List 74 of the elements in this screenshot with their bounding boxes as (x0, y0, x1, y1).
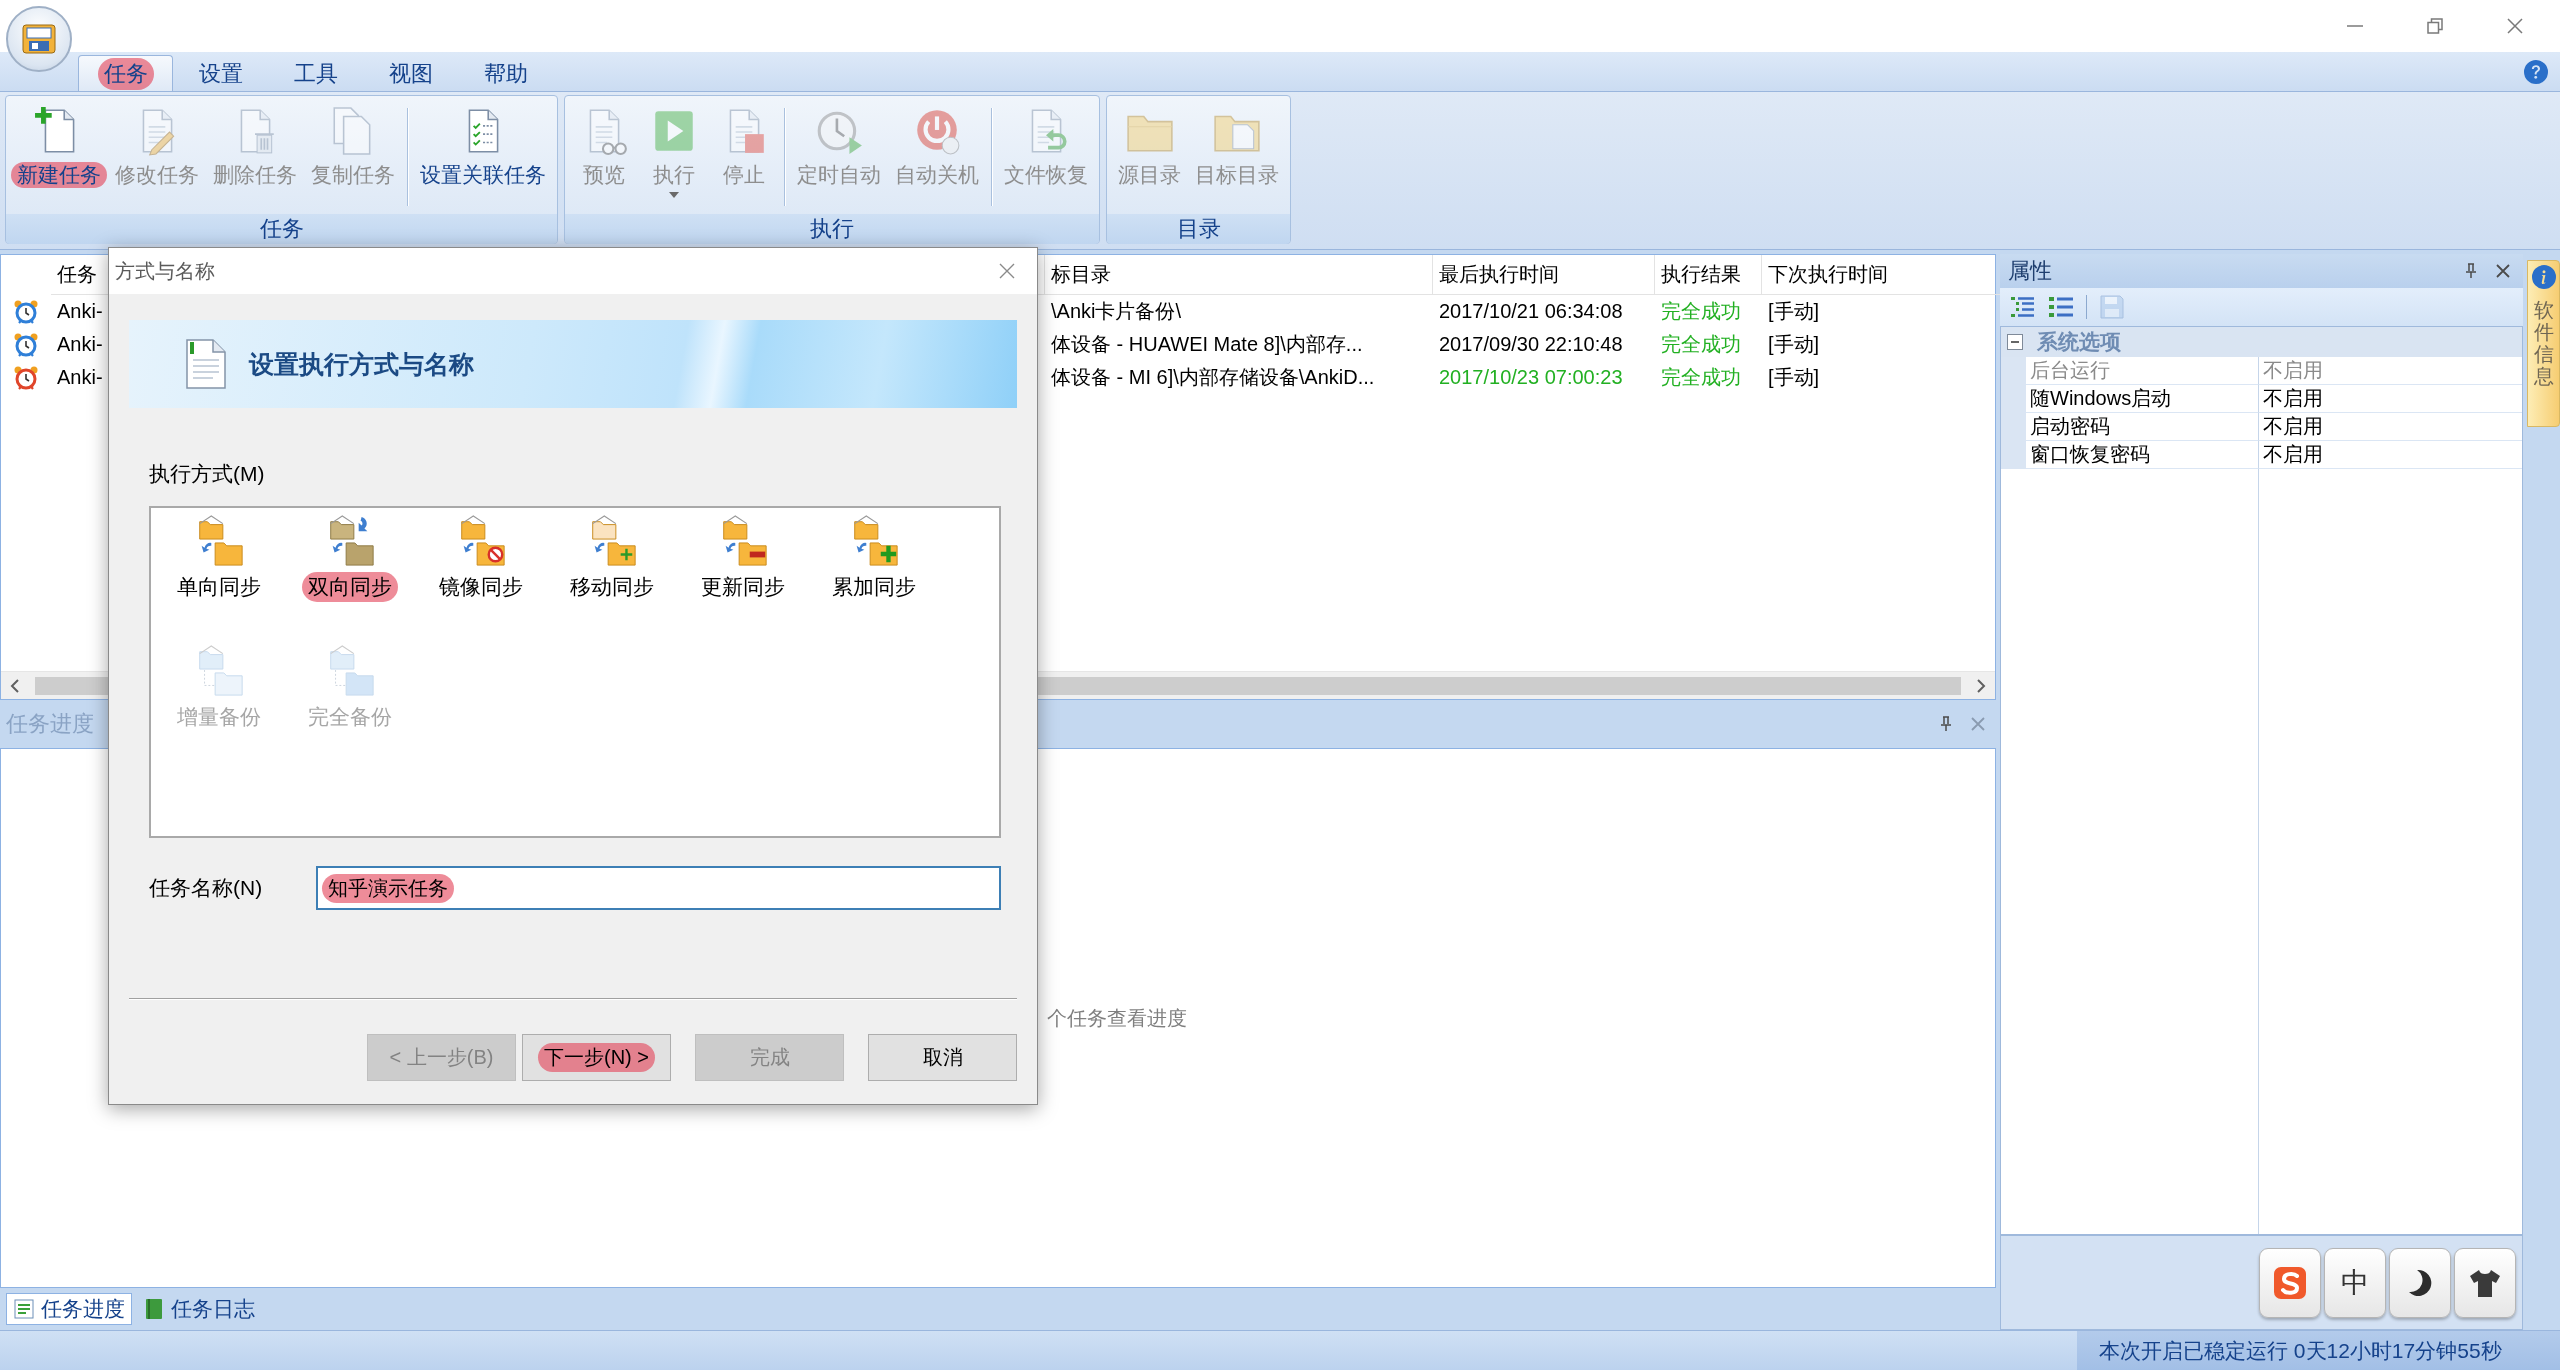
sync-mode-option[interactable]: 镜像同步 (432, 514, 529, 602)
category-label: 系统选项 (2037, 329, 2121, 355)
pin-icon[interactable] (1938, 716, 1954, 732)
property-name[interactable]: 窗口恢复密码 (2026, 441, 2258, 469)
ribbon-button[interactable]: 新建任务 (10, 96, 108, 214)
sync-mode-option[interactable]: 双向同步 (301, 514, 398, 602)
task-name-field[interactable]: 知乎演示任务 (316, 866, 1001, 910)
table-cell-text: 体设备 - HUAWEI Mate 8]\内部存... (1050, 332, 1364, 357)
minimize-icon (2347, 25, 2363, 27)
sync-mode-option[interactable]: 移动同步 (563, 514, 660, 602)
property-value[interactable]: 不启用 (2258, 413, 2522, 441)
table-cell-text: [手动] (1767, 332, 1821, 357)
field-label: 执行方式(M) (149, 462, 265, 485)
banner-title: 设置执行方式与名称 (249, 348, 474, 380)
progress-list-icon (13, 1298, 35, 1320)
restore-icon (2427, 18, 2443, 34)
pin-icon[interactable] (2463, 263, 2479, 279)
column-header[interactable]: 标目录 (1045, 255, 1433, 295)
sync-mode-option[interactable]: 累加同步 (825, 514, 922, 602)
table-cell-text: 完全成功 (1660, 299, 1742, 324)
table-cell-text: \Anki卡片备份\ (1050, 299, 1183, 324)
ime-button[interactable] (2454, 1247, 2516, 1318)
property-value[interactable]: 不启用 (2258, 441, 2522, 469)
property-name[interactable]: 启动密码 (2026, 413, 2258, 441)
menu-tab[interactable]: 帮助 (458, 55, 553, 91)
list-icon[interactable] (2048, 294, 2074, 320)
ribbon-group-label: 执行 (565, 214, 1099, 244)
categorized-list-icon[interactable] (2010, 294, 2036, 320)
sync-mode-option[interactable]: 更新同步 (694, 514, 791, 602)
table-cell-text: Anki- (56, 333, 104, 356)
table-cell-text: 2017/09/30 22:10:48 (1438, 333, 1624, 356)
field-label: 任务名称(N) (149, 876, 263, 899)
document-icon (185, 338, 227, 390)
panel-tab[interactable]: 任务进度 (6, 1293, 132, 1325)
column-header[interactable]: 执行结果 (1655, 255, 1762, 295)
ime-button[interactable] (2389, 1247, 2451, 1318)
close-icon (999, 263, 1015, 279)
menu-tab[interactable]: 工具 (268, 55, 363, 91)
help-icon[interactable] (2524, 59, 2548, 84)
panel-tab[interactable]: 任务日志 (136, 1293, 262, 1325)
dialog-title: 方式与名称 (115, 258, 215, 284)
panel-title: 任务进度 (6, 710, 94, 738)
ime-button[interactable]: 中 (2324, 1247, 2386, 1318)
property-value[interactable]: 不启用 (2258, 385, 2522, 413)
table-cell-text: 完全成功 (1660, 365, 1742, 390)
book-icon (143, 1298, 165, 1320)
ribbon-button[interactable]: 设置关联任务 (413, 96, 553, 214)
logo-icon (2273, 1265, 2307, 1300)
ribbon-group-label: 任务 (6, 214, 557, 244)
status-text: 本次开启已稳定运行 0天12小时17分钟55秒 (2077, 1331, 2560, 1370)
dialog-button[interactable]: 下一步(N) > (522, 1034, 671, 1081)
table-cell-text: 2017/10/21 06:34:08 (1438, 300, 1624, 323)
column-header[interactable]: 最后执行时间 (1433, 255, 1655, 295)
grid-margin (2001, 441, 2026, 469)
sync-mode-option[interactable]: 单向同步 (170, 514, 267, 602)
table-cell-text: [手动] (1767, 365, 1821, 390)
ribbon-group-label: 目录 (1107, 214, 1290, 244)
menu-tab[interactable]: 任务 (78, 55, 173, 91)
table-cell-text: Anki- (56, 366, 104, 389)
menu-tab[interactable]: 视图 (363, 55, 458, 91)
close-icon (2507, 18, 2523, 34)
side-tab[interactable]: 软件信息 (2527, 260, 2560, 427)
info-icon (2531, 265, 2556, 289)
table-cell-text: 2017/10/23 07:00:23 (1438, 366, 1624, 389)
close-icon[interactable] (2495, 263, 2511, 279)
table-cell-text: Anki- (56, 300, 104, 323)
panel-title: 属性 (2008, 257, 2052, 285)
menu-tab[interactable]: 设置 (173, 55, 268, 91)
table-cell-text: 完全成功 (1660, 332, 1742, 357)
dialog-button[interactable]: 取消 (868, 1034, 1017, 1081)
table-cell-text: [手动] (1767, 299, 1821, 324)
hint-text: 个任务查看进度 (1047, 1005, 1187, 1031)
table-cell-text: 体设备 - MI 6]\内部存储设备\AnkiD... (1050, 365, 1376, 390)
property-name[interactable]: 随Windows启动 (2026, 385, 2258, 413)
